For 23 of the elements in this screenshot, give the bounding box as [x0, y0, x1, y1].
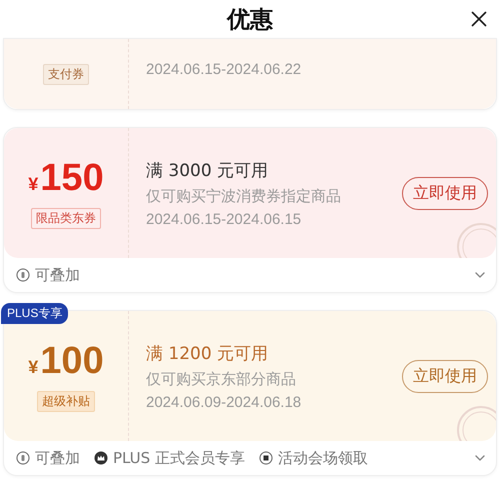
coupon-type-tag: 限品类东券 [31, 208, 101, 228]
coupon-condition: 满 1200 元可用 [146, 342, 270, 364]
coupon-amount: ¥100 [28, 340, 104, 384]
coupon-feature: 可叠加 [35, 266, 80, 284]
dialog-title: 优惠 [227, 6, 273, 34]
plus-badge: PLUS专享 [1, 303, 68, 324]
layers-icon [16, 268, 30, 282]
validity-dates: 2024.06.15-2024.06.22 [146, 61, 302, 78]
use-now-button[interactable]: 立即使用 [402, 176, 488, 210]
coupon-scope: 仅可购买宁波消费券指定商品 [146, 186, 342, 206]
coupon-feature: 活动会场领取 [278, 448, 368, 468]
coupon-condition: 满 3000 元可用 [146, 160, 270, 182]
crown-icon [94, 451, 108, 465]
coupon-feature: 可叠加 [35, 448, 80, 468]
coupon-scope: 仅可购买京东部分商品 [146, 370, 297, 388]
coupon-type-tag: 超级补贴 [37, 390, 95, 412]
coupon-feature: PLUS 正式会员专享 [113, 448, 245, 468]
validity-dates: 2024.06.15-2024.06.15 [146, 210, 302, 228]
layers-icon [16, 451, 30, 465]
coupon-amount: ¥150 [28, 158, 104, 200]
coupon-type-tag: 支付券 [43, 64, 89, 84]
use-now-button[interactable]: 立即使用 [402, 360, 488, 392]
validity-dates: 2024.06.09-2024.06.18 [146, 394, 302, 410]
